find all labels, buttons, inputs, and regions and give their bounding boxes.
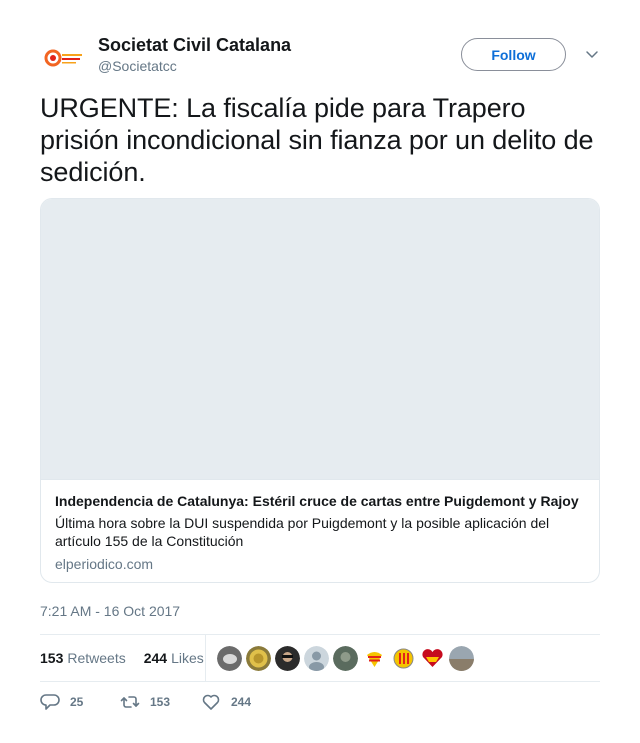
card-description: Última hora sobre la DUI suspendida por … xyxy=(55,515,550,549)
tweet-actions: 25 153 244 xyxy=(40,692,600,716)
reply-count: 25 xyxy=(70,695,84,709)
card-image[interactable] xyxy=(41,199,599,480)
liker-avatar[interactable] xyxy=(333,646,358,671)
likes-count: 244 xyxy=(143,650,168,666)
tweet-text: URGENTE: La fiscalía pide para Trapero p… xyxy=(40,93,594,187)
retweets-count: 153 xyxy=(40,650,64,666)
retweet-button[interactable]: 153 xyxy=(120,692,170,712)
author-display-name[interactable]: Societat Civil Catalana xyxy=(98,35,291,55)
liker-avatar[interactable] xyxy=(391,646,416,671)
like-count: 244 xyxy=(231,695,252,709)
liker-avatar[interactable] xyxy=(304,646,329,671)
likes-label: Likes xyxy=(171,650,204,666)
card-body: Independencia de Catalunya: Estéril cruc… xyxy=(41,480,599,573)
retweets-label: Retweets xyxy=(67,650,126,666)
liker-avatar[interactable] xyxy=(217,646,242,671)
reply-button[interactable]: 25 xyxy=(40,692,83,712)
retweets-stat[interactable]: 153 Retweets xyxy=(40,650,126,666)
liker-avatar[interactable] xyxy=(246,646,271,671)
author-avatar[interactable] xyxy=(40,34,88,82)
author-handle[interactable]: @Societatcc xyxy=(98,56,291,76)
stats-divider xyxy=(205,635,206,681)
societat-civil-catalana-logo-icon xyxy=(40,34,88,82)
liker-avatar[interactable] xyxy=(362,646,387,671)
liker-avatar[interactable] xyxy=(275,646,300,671)
chevron-down-icon[interactable] xyxy=(584,46,600,62)
card-title[interactable]: Independencia de Catalunya: Estéril cruc… xyxy=(55,492,585,511)
stats-counts: 153 Retweets 244 Likes xyxy=(40,635,204,681)
liker-avatar[interactable] xyxy=(420,646,445,671)
tweet-timestamp[interactable]: 7:21 AM - 16 Oct 2017 xyxy=(40,603,180,619)
likes-stat[interactable]: 244 Likes xyxy=(144,650,204,666)
reply-icon xyxy=(40,692,60,712)
retweet-icon xyxy=(120,692,140,712)
heart-icon xyxy=(201,692,221,712)
card-domain: elperiodico.com xyxy=(55,556,154,572)
author-name-block: Societat Civil Catalana @Societatcc xyxy=(98,35,291,76)
follow-button[interactable]: Follow xyxy=(461,38,566,71)
tweet-stats: 153 Retweets 244 Likes xyxy=(40,634,600,682)
like-button[interactable]: 244 xyxy=(201,692,251,712)
liker-avatar[interactable] xyxy=(449,646,474,671)
retweet-count: 153 xyxy=(150,695,171,709)
tweet-header: Societat Civil Catalana @Societatcc Foll… xyxy=(40,34,600,82)
link-card[interactable]: Independencia de Catalunya: Estéril cruc… xyxy=(40,198,600,583)
